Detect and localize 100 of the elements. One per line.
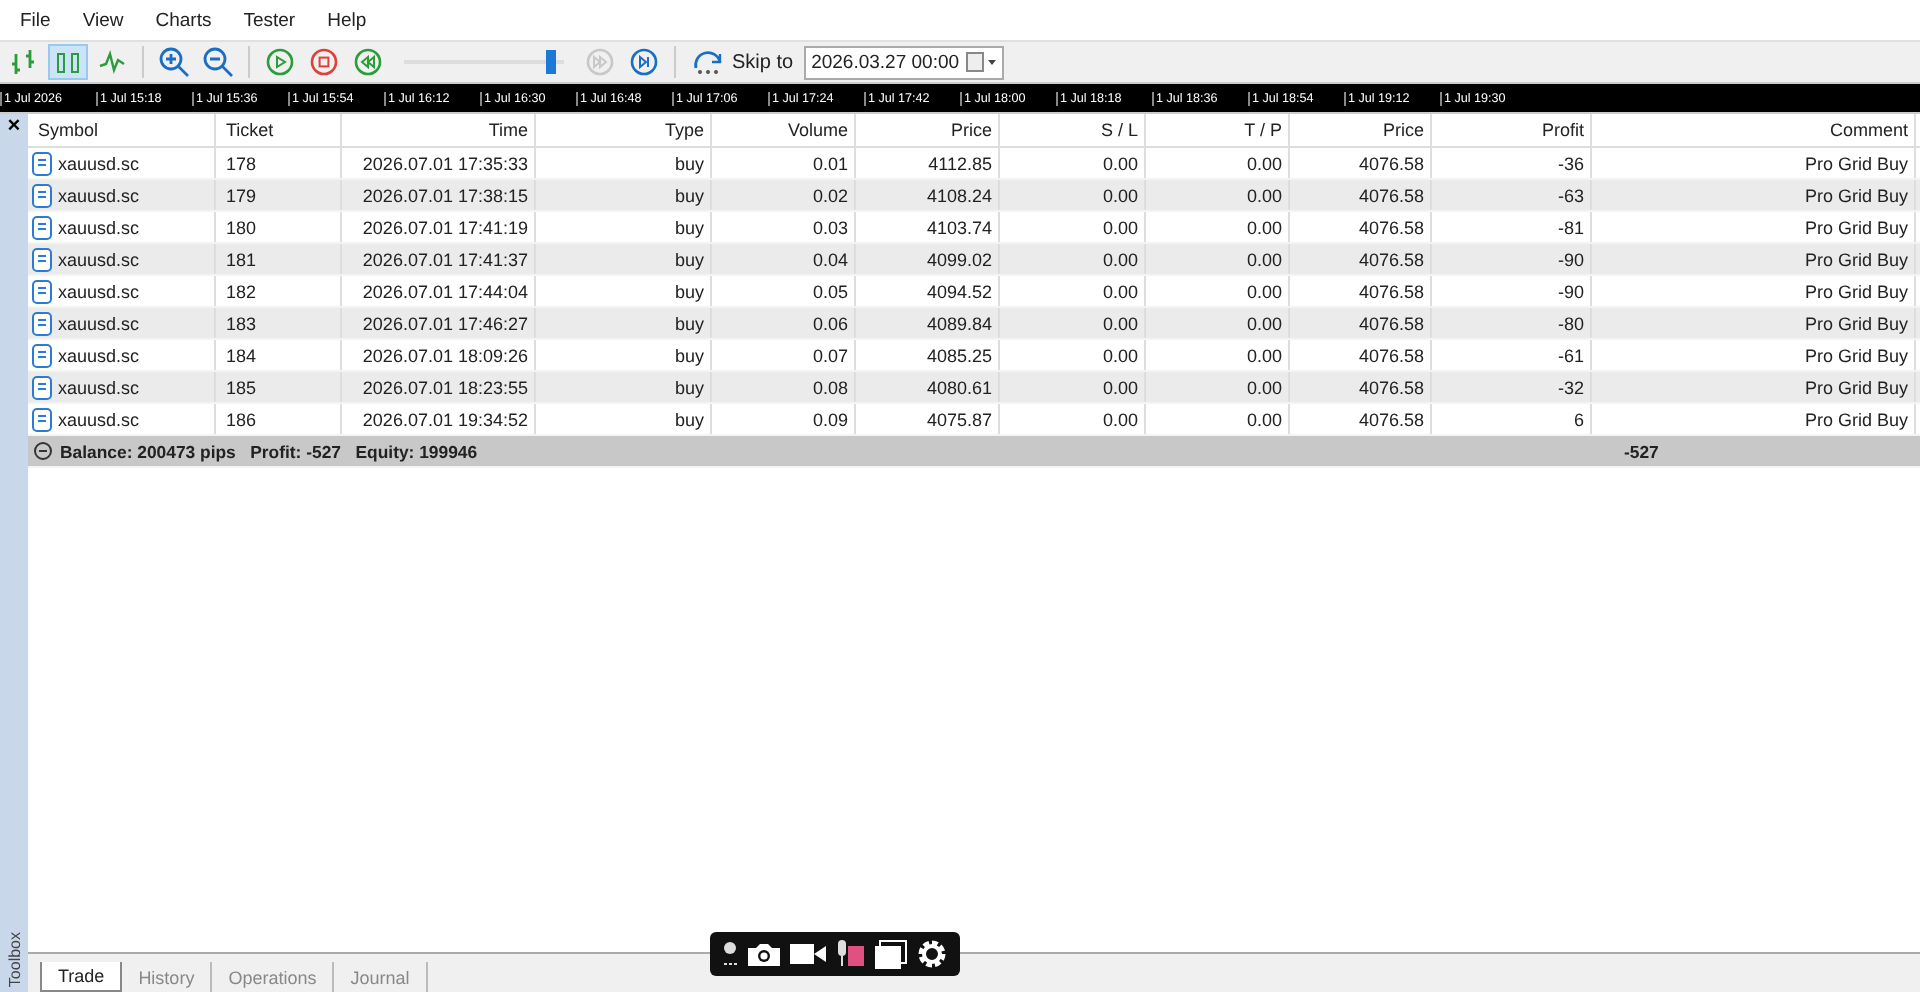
table-cell: 0.00 (1000, 372, 1146, 402)
column-header[interactable]: Symbol (28, 114, 216, 146)
window-icon[interactable] (874, 939, 908, 969)
column-header[interactable]: Type (536, 114, 712, 146)
table-cell: 4075.87 (856, 404, 1000, 434)
microphone-icon[interactable] (834, 938, 866, 970)
table-cell: 0.06 (712, 308, 856, 338)
table-cell: 179 (216, 180, 342, 210)
table-cell: xauusd.sc (58, 409, 140, 429)
table-cell: -80 (1432, 308, 1592, 338)
summary-text: Balance: 200473 pips Profit: -527 Equity: 199946 (60, 441, 478, 461)
table-cell: 0.00 (1146, 148, 1290, 178)
zoom-out-button[interactable] (198, 44, 238, 80)
table-cell: 185 (216, 372, 342, 402)
camera-icon[interactable] (746, 940, 782, 968)
table-cell: 2026.07.01 17:35:33 (342, 148, 536, 178)
table-cell: -90 (1432, 244, 1592, 274)
table-cell: 0.00 (1000, 404, 1146, 434)
table-cell: 0.00 (1146, 212, 1290, 242)
table-cell: 181 (216, 244, 342, 274)
table-cell: buy (536, 372, 712, 402)
menu-item[interactable]: Tester (227, 9, 312, 31)
column-header[interactable]: Price (856, 114, 1000, 146)
table-cell: 0.02 (712, 180, 856, 210)
column-header[interactable]: S / L (1000, 114, 1146, 146)
table-cell: 4103.74 (856, 212, 1000, 242)
table-cell: 0.00 (1000, 180, 1146, 210)
table-cell: 2026.07.01 18:09:26 (342, 340, 536, 370)
candlestick-chart-button[interactable] (48, 44, 88, 80)
column-header[interactable]: Time (342, 114, 536, 146)
table-cell: 2026.07.01 19:34:52 (342, 404, 536, 434)
table-cell: -61 (1432, 340, 1592, 370)
table-cell: buy (536, 404, 712, 434)
table-cell: xauusd.sc (58, 185, 140, 205)
menu-item[interactable]: View (66, 9, 140, 31)
menu-item[interactable]: Charts (139, 9, 228, 31)
table-cell: 182 (216, 276, 342, 306)
table-cell: Pro Grid Buy (1592, 276, 1916, 306)
settings-icon[interactable] (916, 938, 948, 970)
table-cell: Pro Grid Buy (1592, 148, 1916, 178)
column-header[interactable]: Ticket (216, 114, 342, 146)
table-cell: 2026.07.01 17:46:27 (342, 308, 536, 338)
table-cell: Pro Grid Buy (1592, 404, 1916, 434)
menu-item[interactable]: Help (311, 9, 383, 31)
table-cell: 0.03 (712, 212, 856, 242)
table-cell: xauusd.sc (58, 249, 140, 269)
table-cell: 4099.02 (856, 244, 1000, 274)
table-cell: 2026.07.01 17:38:15 (342, 180, 536, 210)
column-header[interactable]: Comment (1592, 114, 1916, 146)
table-cell: 4112.85 (856, 148, 1000, 178)
table-cell: 183 (216, 308, 342, 338)
table-cell: Pro Grid Buy (1592, 340, 1916, 370)
skip-to-button[interactable]: Skip to (686, 48, 800, 76)
calendar-dropdown-icon[interactable] (965, 52, 998, 72)
table-cell: 0.08 (712, 372, 856, 402)
table-cell: buy (536, 308, 712, 338)
table-cell: Pro Grid Buy (1592, 244, 1916, 274)
tab[interactable]: Trade (40, 962, 123, 992)
candlestick-icon (54, 48, 82, 76)
zoom-in-button[interactable] (154, 44, 194, 80)
column-header[interactable]: Price (1290, 114, 1432, 146)
table-cell: 0.07 (712, 340, 856, 370)
table-cell: 184 (216, 340, 342, 370)
column-header[interactable]: Profit (1432, 114, 1592, 146)
table-cell: 4076.58 (1290, 180, 1432, 210)
menu-item[interactable]: File (4, 9, 67, 31)
speed-slider[interactable] (404, 50, 564, 74)
table-cell: 4108.24 (856, 180, 1000, 210)
column-header[interactable]: T / P (1146, 114, 1290, 146)
table-cell: 0.00 (1000, 276, 1146, 306)
table-cell: 0.00 (1146, 180, 1290, 210)
table-cell: 186 (216, 404, 342, 434)
table-cell: 2026.07.01 17:41:19 (342, 212, 536, 242)
table-cell: xauusd.sc (58, 377, 140, 397)
table-cell: 0.00 (1146, 276, 1290, 306)
table-cell: 0.00 (1146, 308, 1290, 338)
table-cell: 6 (1432, 404, 1592, 434)
table-cell: 4089.84 (856, 308, 1000, 338)
pin-icon[interactable] (722, 940, 738, 968)
refresh-icon (692, 48, 726, 76)
table-cell: -32 (1432, 372, 1592, 402)
table-cell: buy (536, 276, 712, 306)
table-cell: Pro Grid Buy (1592, 372, 1916, 402)
collapse-icon (34, 442, 52, 460)
table-cell: 0.01 (712, 148, 856, 178)
column-header[interactable]: Volume (712, 114, 856, 146)
table-cell: 4076.58 (1290, 212, 1432, 242)
date-picker-field[interactable]: 2026.03.27 00:00 (803, 45, 1004, 79)
table-cell: -36 (1432, 148, 1592, 178)
table-cell: 0.00 (1000, 308, 1146, 338)
video-camera-icon[interactable] (790, 942, 826, 966)
close-button[interactable]: × (7, 114, 21, 138)
table-cell: 4076.58 (1290, 340, 1432, 370)
table-cell: 4076.58 (1290, 244, 1432, 274)
table-cell: 4076.58 (1290, 308, 1432, 338)
toolbox-label: Toolbox (5, 932, 23, 988)
table-cell: buy (536, 148, 712, 178)
table-cell: xauusd.sc (58, 313, 140, 333)
table-cell: 0.05 (712, 276, 856, 306)
table-cell: xauusd.sc (58, 281, 140, 301)
